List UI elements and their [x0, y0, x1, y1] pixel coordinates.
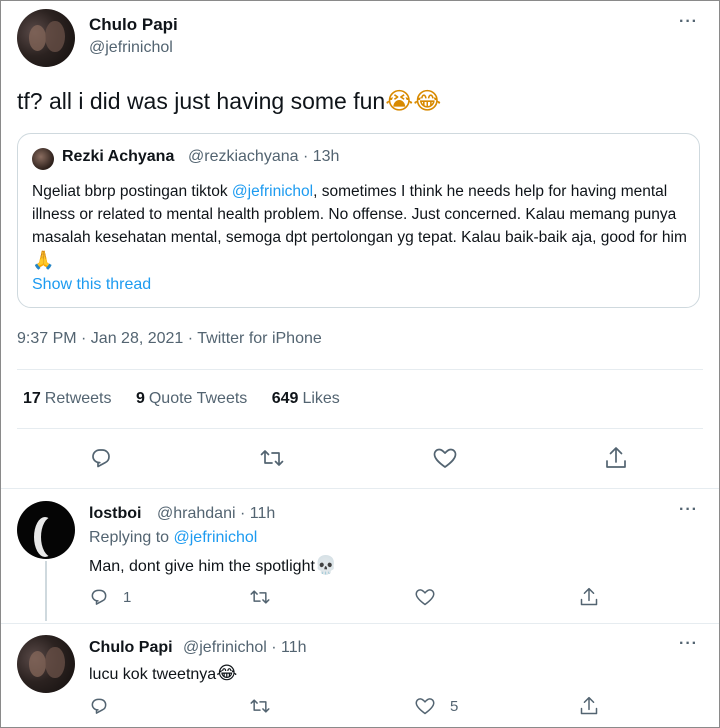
quotes-stat[interactable]: 9 Quote Tweets [136, 390, 247, 407]
reply-more-icon[interactable]: ··· [679, 501, 698, 519]
retweets-count: 17 [23, 390, 41, 407]
author-avatar[interactable] [17, 9, 75, 67]
reply-author-handle[interactable]: @jefrinichol [183, 639, 267, 656]
reply-button[interactable]: 1 [89, 587, 131, 607]
quote-body: Ngeliat bbrp postingan tiktok @jefrinich… [32, 180, 692, 273]
more-options-icon[interactable]: ··· [679, 13, 698, 31]
quote-author-handle[interactable]: @rezkiachyana [188, 148, 299, 165]
retweets-label: Retweets [44, 390, 112, 407]
quote-emoji: 🙏 [32, 250, 55, 271]
quote-author-avatar[interactable] [32, 148, 54, 170]
section-divider [1, 623, 719, 624]
share-icon [606, 447, 626, 468]
reply-count: 1 [123, 588, 132, 606]
share-button[interactable] [579, 695, 599, 717]
tweet-text-content: tf? all i did was just having some fun [17, 88, 386, 114]
retweet-icon [250, 699, 270, 713]
share-icon [580, 696, 598, 715]
author-name[interactable]: Chulo Papi [89, 15, 178, 35]
show-thread-link[interactable]: Show this thread [32, 276, 151, 294]
share-button[interactable] [579, 586, 599, 608]
likes-label: Likes [302, 390, 340, 407]
reply-author-meta: @hrahdani · 11h [157, 505, 275, 523]
reply-author-name[interactable]: Chulo Papi [89, 639, 173, 657]
quotes-label: Quote Tweets [148, 390, 248, 407]
tweet-emojis: 😭😂 [385, 87, 442, 115]
quote-time: · 13h [302, 148, 340, 165]
reply-author-meta: @jefrinichol · 11h [183, 639, 307, 657]
share-button[interactable] [604, 445, 628, 471]
retweet-button[interactable] [249, 696, 271, 716]
replying-to: Replying to @jefrinichol [89, 529, 257, 547]
quote-author-name[interactable]: Rezki Achyana [62, 148, 174, 166]
quote-mention-link[interactable]: @jefrinichol [232, 183, 313, 200]
heart-icon [433, 448, 457, 468]
retweet-icon [260, 450, 284, 466]
thread-connector [45, 561, 47, 621]
reply-text: lucu kok tweetnya😂 [89, 663, 237, 684]
retweet-button[interactable] [259, 446, 285, 470]
quoted-tweet[interactable]: Rezki Achyana @rezkiachyana · 13h Ngelia… [17, 133, 700, 308]
replying-handle-link[interactable]: @jefrinichol [174, 529, 258, 546]
divider [17, 369, 703, 370]
reply-author-avatar[interactable] [17, 501, 75, 559]
retweet-icon [250, 590, 270, 604]
quote-body-start: Ngeliat bbrp postingan tiktok [32, 183, 232, 200]
moon-icon [41, 517, 63, 557]
replying-prefix: Replying to [89, 529, 170, 546]
heart-icon [415, 698, 435, 715]
reply-icon [91, 589, 107, 605]
reply-text: Man, dont give him the spotlight💀 [89, 555, 337, 576]
heart-icon [415, 589, 435, 606]
tweet-text: tf? all i did was just having some fun😭😂 [17, 87, 441, 115]
section-divider [1, 488, 719, 489]
reply-time: · 11h [271, 639, 307, 656]
reply-icon [91, 698, 107, 714]
reply-emoji: 💀 [314, 555, 338, 576]
likes-stat[interactable]: 649 Likes [272, 390, 340, 407]
likes-count: 649 [271, 390, 299, 407]
author-handle[interactable]: @jefrinichol [89, 39, 173, 57]
retweet-button[interactable] [249, 587, 271, 607]
like-button[interactable] [414, 587, 450, 607]
reply-time: · 11h [239, 505, 276, 522]
tweet-timestamp[interactable]: 9:37 PM · Jan 28, 2021 · Twitter for iPh… [17, 330, 322, 348]
reply-emoji: 😂 [216, 663, 238, 684]
retweets-stat[interactable]: 17 Retweets [23, 390, 112, 407]
reply-text-content: lucu kok tweetnya [89, 666, 217, 683]
tweet-stats: 17 Retweets 9 Quote Tweets 649 Likes [23, 390, 360, 408]
reply-author-avatar[interactable] [17, 635, 75, 693]
reply-more-icon[interactable]: ··· [679, 635, 698, 653]
quotes-count: 9 [135, 390, 145, 407]
reply-button[interactable] [89, 446, 113, 470]
reply-icon [92, 449, 110, 468]
reply-author-handle[interactable]: @hrahdani [157, 505, 236, 522]
reply-button[interactable] [89, 696, 123, 716]
tweet-window: Chulo Papi @jefrinichol ··· tf? all i di… [0, 0, 720, 728]
like-count: 5 [450, 697, 459, 715]
share-icon [580, 587, 598, 606]
reply-author-name[interactable]: lostboi [89, 505, 141, 523]
reply-text-content: Man, dont give him the spotlight [89, 558, 315, 575]
like-button[interactable] [432, 446, 458, 470]
quote-author-meta: @rezkiachyana · 13h [188, 148, 339, 166]
divider [17, 428, 703, 429]
like-button[interactable]: 5 [414, 696, 458, 716]
